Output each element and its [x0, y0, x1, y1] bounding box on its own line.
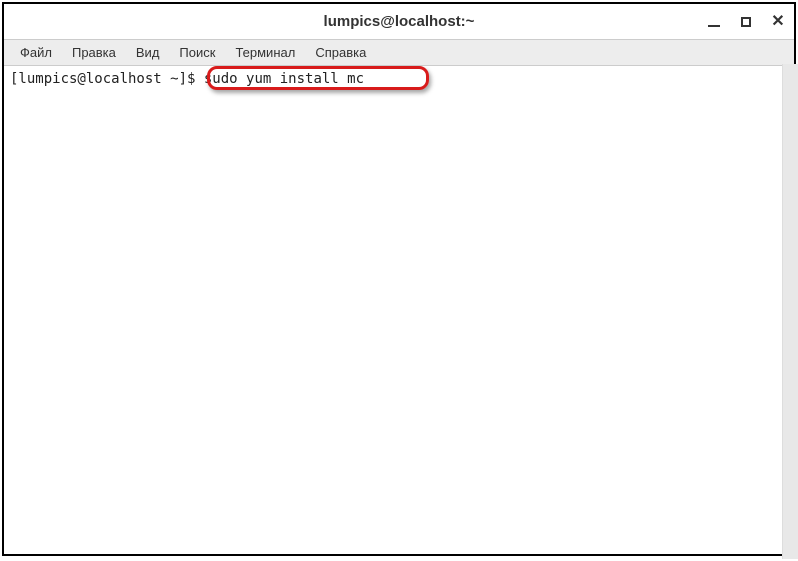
- scrollbar[interactable]: [782, 64, 798, 559]
- menu-help[interactable]: Справка: [305, 42, 376, 63]
- maximize-button[interactable]: [738, 14, 754, 30]
- window-title: lumpics@localhost:~: [324, 13, 475, 30]
- minimize-button[interactable]: [706, 14, 722, 30]
- terminal-prompt: [lumpics@localhost ~]$: [10, 71, 204, 87]
- window-frame: lumpics@localhost:~ ✕ Файл Правка Вид По…: [2, 2, 796, 556]
- terminal-line: [lumpics@localhost ~]$ sudo yum install …: [10, 70, 788, 90]
- scrollbar-thumb[interactable]: [783, 64, 798, 559]
- titlebar[interactable]: lumpics@localhost:~ ✕: [4, 4, 794, 40]
- close-icon: ✕: [771, 14, 784, 30]
- menu-edit[interactable]: Правка: [62, 42, 126, 63]
- menu-search[interactable]: Поиск: [169, 42, 225, 63]
- close-button[interactable]: ✕: [770, 14, 786, 30]
- minimize-icon: [708, 25, 720, 27]
- terminal-area[interactable]: [lumpics@localhost ~]$ sudo yum install …: [4, 66, 794, 554]
- menu-view[interactable]: Вид: [126, 42, 170, 63]
- menu-terminal[interactable]: Терминал: [225, 42, 305, 63]
- terminal-command: sudo yum install mc: [204, 71, 364, 87]
- menu-file[interactable]: Файл: [10, 42, 62, 63]
- window-controls: ✕: [706, 4, 786, 40]
- menubar: Файл Правка Вид Поиск Терминал Справка: [4, 40, 794, 66]
- maximize-icon: [741, 17, 751, 27]
